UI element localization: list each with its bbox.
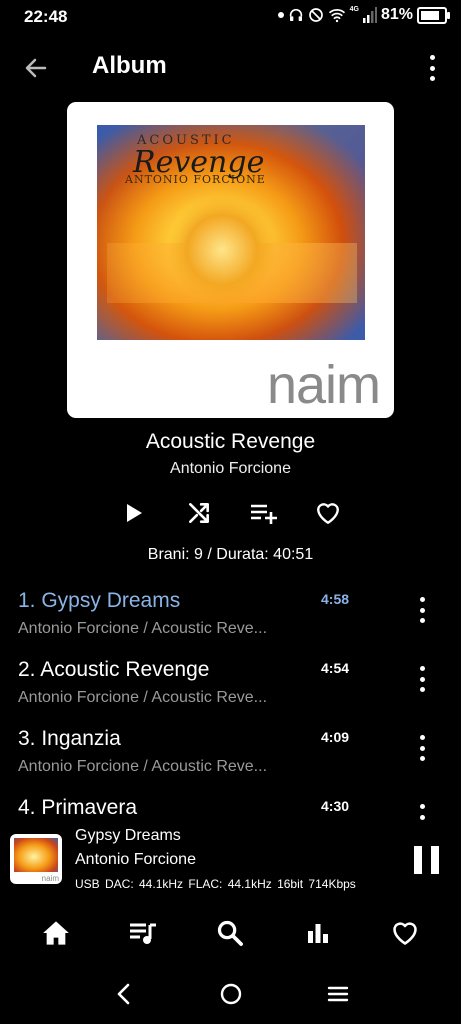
shuffle-icon [188, 503, 209, 523]
headphones-icon [289, 8, 302, 21]
status-bar: 22:48 4G 81% [0, 0, 461, 34]
track-title: 1. Gypsy Dreams [18, 589, 181, 612]
battery-percent: 81% [380, 6, 413, 23]
track-subtitle: Antonio Forcione / Acoustic Reve... [18, 689, 268, 706]
track-title: 3. Inganzia [18, 727, 121, 750]
now-playing-bar[interactable]: naim Gypsy Dreams Antonio Forcione USB D… [0, 822, 461, 900]
album-actions [120, 498, 342, 528]
now-playing-thumbnail[interactable]: naim [10, 834, 62, 884]
nav-search[interactable] [210, 913, 250, 953]
track-title: 2. Acoustic Revenge [18, 658, 210, 681]
wifi-icon [328, 9, 345, 23]
track-duration: 4:09 [321, 729, 350, 745]
album-cover: ACOUSTIC Revenge ANTONIO FORCIONE naim [67, 102, 394, 418]
track-duration: 4:54 [321, 660, 350, 676]
do-not-disturb-icon [308, 8, 323, 22]
track-duration: 4:58 [321, 591, 350, 607]
page-title: Album [92, 52, 167, 79]
art-artist: ANTONIO FORCIONE [125, 173, 266, 186]
status-time: 22:48 [24, 7, 68, 26]
album-art: ACOUSTIC Revenge ANTONIO FORCIONE [97, 125, 365, 340]
queue-icon [130, 923, 157, 944]
signal-icon [362, 7, 377, 23]
system-navigation [0, 966, 461, 1022]
album-artist[interactable]: Antonio Forcione [0, 460, 461, 478]
bottom-navigation [0, 906, 461, 960]
track-more-button[interactable] [417, 597, 427, 623]
now-playing-artist: Antonio Forcione [75, 851, 196, 868]
favorite-icon [317, 503, 339, 524]
status-icons: 4G 81% [277, 5, 450, 24]
track-duration: 4:30 [321, 798, 350, 814]
track-subtitle: Antonio Forcione / Acoustic Reve... [18, 620, 268, 637]
track-row[interactable]: 3. Inganzia Antonio Forcione / Acoustic R… [0, 727, 461, 796]
track-more-button[interactable] [417, 666, 427, 692]
back-button[interactable] [18, 50, 54, 86]
track-row[interactable]: 2. Acoustic Revenge Antonio Forcione / Ac… [0, 658, 461, 727]
play-icon [127, 504, 142, 522]
favorites-icon [393, 922, 418, 945]
album-meta: Brani: 9 / Durata: 40:51 [147, 546, 314, 563]
system-back-icon [117, 983, 129, 1005]
battery-fill [421, 10, 439, 20]
track-more-button[interactable] [417, 735, 427, 761]
track-row[interactable]: 1. Gypsy Dreams Antonio Forcione / Acoust… [0, 589, 461, 658]
add-to-queue-icon [251, 504, 278, 524]
nav-home[interactable] [36, 913, 76, 953]
now-playing-title: Gypsy Dreams [75, 827, 181, 844]
label-logo: naim [266, 355, 381, 415]
battery-icon [417, 6, 450, 24]
network-type: 4G [349, 5, 359, 13]
nav-queue[interactable] [123, 913, 163, 953]
album-title: Acoustic Revenge [145, 430, 316, 453]
nav-favorites[interactable] [385, 913, 425, 953]
track-title: 4. Primavera [18, 796, 138, 819]
system-menu-button[interactable] [318, 974, 358, 1014]
more-options-button[interactable] [427, 55, 437, 81]
home-icon [42, 921, 69, 945]
pause-button[interactable] [414, 846, 440, 874]
system-menu-icon [327, 986, 348, 1002]
thumb-brand: naim [41, 874, 59, 883]
add-to-queue-button[interactable] [249, 499, 278, 527]
system-home-button[interactable] [211, 974, 251, 1014]
notification-dot-icon [277, 12, 284, 18]
track-subtitle: Antonio Forcione / Acoustic Reve... [18, 758, 268, 775]
search-icon [218, 920, 244, 946]
equalizer-icon [307, 924, 328, 943]
favorite-button[interactable] [314, 499, 342, 527]
system-back-button[interactable] [104, 974, 144, 1014]
shuffle-button[interactable] [185, 499, 213, 527]
now-playing-format: USB DAC: 44.1kHz FLAC: 44.1kHz 16bit 714… [75, 877, 356, 891]
nav-stats[interactable] [298, 913, 338, 953]
play-button[interactable] [120, 499, 148, 527]
system-home-icon [220, 983, 241, 1005]
arrow-back-icon [25, 58, 47, 78]
